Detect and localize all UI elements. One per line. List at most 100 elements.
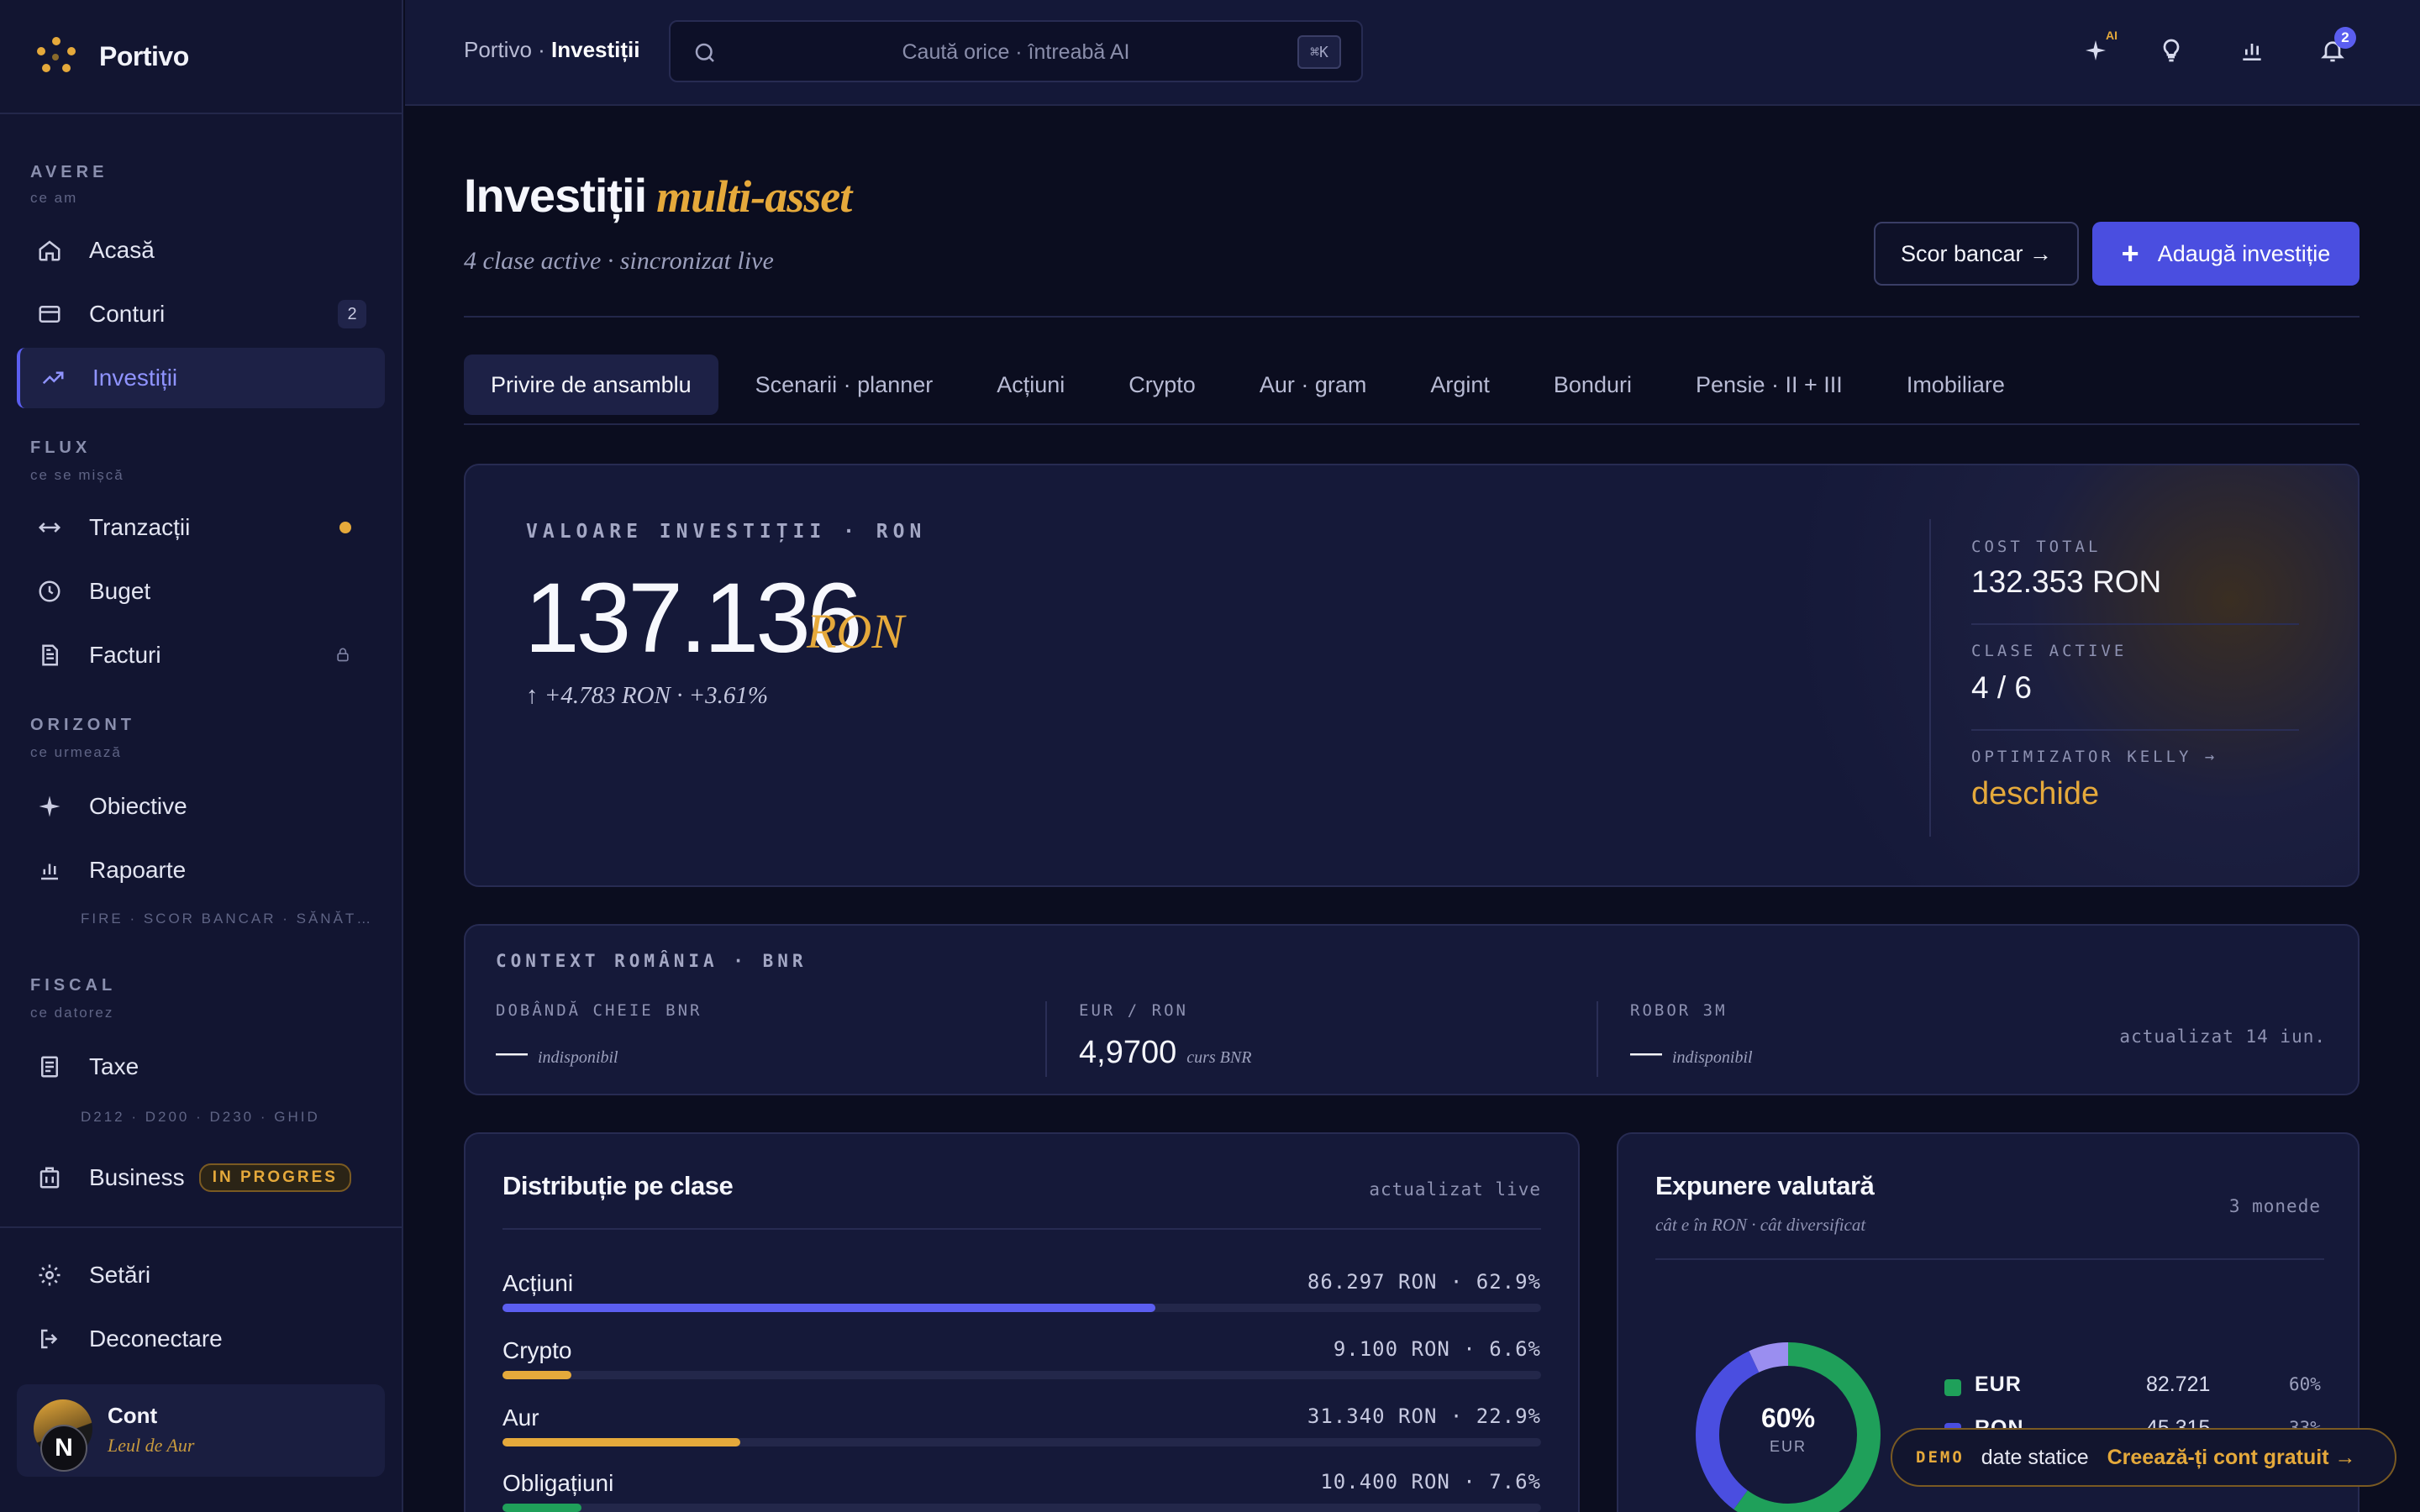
header-divider xyxy=(464,316,2360,318)
class-value: 9.100 RON · 6.6% xyxy=(1333,1337,1541,1361)
unread-dot xyxy=(339,522,351,533)
bnr-rate-note: indisponibil xyxy=(538,1048,618,1067)
demo-text: date statice xyxy=(1981,1445,2089,1469)
currency-row: EUR 82.721 60% xyxy=(1944,1371,2323,1404)
add-investment-label: Adaugă investiție xyxy=(2157,240,2331,266)
sidebar-item-conturi[interactable]: Conturi 2 xyxy=(17,284,385,344)
sidebar-item-investitii[interactable]: Investiții xyxy=(17,348,385,408)
portfolio-value-card: VALOARE INVESTIȚII · RON 137.136 RON ↑ +… xyxy=(464,464,2360,887)
tab-stocks[interactable]: Acțiuni xyxy=(970,354,1092,415)
insights-button[interactable] xyxy=(2153,34,2190,71)
notification-count: 2 xyxy=(2334,27,2356,49)
sidebar-item-acasa[interactable]: Acasă xyxy=(17,220,385,281)
taxe-sublinks[interactable]: D212 · D200 · D230 · GHID xyxy=(81,1109,320,1126)
card-icon xyxy=(35,300,64,328)
tab-bonds[interactable]: Bonduri xyxy=(1527,354,1659,415)
currency-donut: 60% EUR xyxy=(1689,1336,1887,1512)
sidebar-item-tranzactii[interactable]: Tranzacții xyxy=(17,497,385,558)
bnr-rate-value: — xyxy=(496,1035,528,1070)
tab-real-estate[interactable]: Imobiliare xyxy=(1880,354,2032,415)
reports-button[interactable] xyxy=(2233,34,2270,71)
sidebar-item-setari[interactable]: Setări xyxy=(17,1245,385,1305)
topbar: Portivo · Investiții Caută orice · între… xyxy=(405,0,2420,106)
context-title: CONTEXT ROMÂNIA · BNR xyxy=(496,951,808,971)
distribution-row[interactable]: Crypto 9.100 RON · 6.6% xyxy=(502,1337,1541,1396)
demo-banner[interactable]: DEMO date statice Creează-ți cont gratui… xyxy=(1891,1428,2396,1487)
donut-center-currency: EUR xyxy=(1769,1438,1807,1455)
add-investment-button[interactable]: + Adaugă investiție xyxy=(2092,222,2360,286)
portfolio-value-label: VALOARE INVESTIȚII · RON xyxy=(526,521,927,543)
document-icon xyxy=(35,641,64,669)
distribution-title: Distribuție pe clase xyxy=(502,1171,734,1200)
currency-amount: 82.721 xyxy=(2146,1373,2211,1396)
class-name: Acțiuni xyxy=(502,1270,574,1296)
kelly-label[interactable]: OPTIMIZATOR KELLY → xyxy=(1971,748,2217,766)
sidebar-item-label: Acasă xyxy=(89,237,155,263)
eur-ron-note: curs BNR xyxy=(1186,1048,1252,1067)
tab-crypto[interactable]: Crypto xyxy=(1102,354,1223,415)
brand[interactable]: Portivo xyxy=(0,0,402,114)
tab-gold[interactable]: Aur · gram xyxy=(1233,354,1394,415)
sidebar-item-label: Deconectare xyxy=(89,1326,223,1352)
sidebar-item-label: Conturi xyxy=(89,301,166,327)
donut-center-pct: 60% xyxy=(1760,1403,1816,1433)
account-card[interactable]: N Cont Leul de Aur xyxy=(17,1384,385,1477)
section-sub-fiscal: ce datorez xyxy=(30,1005,114,1021)
hero-divider xyxy=(1929,519,1931,837)
kv-divider xyxy=(1971,729,2299,731)
notifications-button[interactable]: 2 xyxy=(2314,27,2356,71)
sidebar-item-buget[interactable]: Buget xyxy=(17,561,385,622)
page-subtitle: 4 clase active · sincronizat live xyxy=(464,247,774,275)
avatar-initial: N xyxy=(40,1425,87,1472)
sidebar-item-obiective[interactable]: Obiective xyxy=(17,776,385,837)
tab-pension[interactable]: Pensie · II + III xyxy=(1669,354,1870,415)
section-label-orizont: ORIZONT xyxy=(30,716,135,734)
sidebar-item-taxe[interactable]: Taxe xyxy=(17,1037,385,1097)
context-romania-card: CONTEXT ROMÂNIA · BNR DOBÂNDĂ CHEIE BNR … xyxy=(464,924,2360,1095)
class-value: 86.297 RON · 62.9% xyxy=(1307,1270,1541,1294)
ai-assistant-button[interactable]: AI xyxy=(2077,29,2118,71)
class-value: 31.340 RON · 22.9% xyxy=(1307,1404,1541,1428)
distribution-row[interactable]: Acțiuni 86.297 RON · 62.9% xyxy=(502,1270,1541,1329)
class-value: 10.400 RON · 7.6% xyxy=(1320,1470,1541,1494)
robor-rate: ROBOR 3M — indisponibil xyxy=(1630,1001,1753,1071)
sidebar-divider xyxy=(0,1226,403,1228)
active-classes-value: 4 / 6 xyxy=(1971,670,2032,705)
create-account-link[interactable]: Creează-ți cont gratuit → xyxy=(2107,1446,2356,1470)
eur-ron-label: EUR / RON xyxy=(1079,1001,1188,1020)
distribution-row[interactable]: Obligațiuni 10.400 RON · 7.6% xyxy=(502,1470,1541,1512)
total-cost-label: COST TOTAL xyxy=(1971,538,2102,556)
plus-icon: + xyxy=(2121,236,2139,270)
distribution-row[interactable]: Aur 31.340 RON · 22.9% xyxy=(502,1404,1541,1463)
status-badge: IN PROGRES xyxy=(198,1163,351,1192)
sidebar-item-rapoarte[interactable]: Rapoarte xyxy=(17,840,385,900)
progress-track xyxy=(502,1304,1541,1312)
tab-overview[interactable]: Privire de ansamblu xyxy=(464,354,718,415)
tab-scenarios[interactable]: Scenarii · planner xyxy=(729,354,960,415)
count-badge: 2 xyxy=(338,300,366,328)
card-divider xyxy=(502,1228,1541,1230)
breadcrumb-current: Investiții xyxy=(551,37,640,62)
breadcrumb-root[interactable]: Portivo · xyxy=(464,37,551,62)
card-divider xyxy=(1655,1258,2324,1260)
progress-track xyxy=(502,1371,1541,1379)
kelly-open-link[interactable]: deschide xyxy=(1971,776,2099,812)
progress-fill xyxy=(502,1504,581,1512)
class-name: Obligațiuni xyxy=(502,1470,614,1496)
section-sub-avere: ce am xyxy=(30,190,78,206)
tab-bar: Privire de ansamblu Scenarii · planner A… xyxy=(464,354,2042,415)
sidebar-item-business[interactable]: Business IN PROGRES xyxy=(17,1147,385,1208)
rapoarte-sublinks[interactable]: FIRE · SCOR BANCAR · SĂNĂT… xyxy=(81,911,373,927)
gear-icon xyxy=(35,1261,64,1289)
search-input[interactable]: Caută orice · întreabă AI ⌘K xyxy=(669,20,1363,82)
eur-ron-value: 4,9700 xyxy=(1079,1035,1177,1070)
logout-icon xyxy=(35,1325,64,1353)
sidebar-item-deconectare[interactable]: Deconectare xyxy=(17,1309,385,1369)
scor-bancar-button[interactable]: Scor bancar → xyxy=(1874,222,2079,286)
page-title-main: Investiții xyxy=(464,169,647,222)
clock-icon xyxy=(35,577,64,606)
tab-silver[interactable]: Argint xyxy=(1403,354,1517,415)
sidebar-item-label: Investiții xyxy=(92,365,178,391)
sidebar-item-facturi[interactable]: Facturi xyxy=(17,625,385,685)
page-title-accent: multi-asset xyxy=(656,171,852,222)
